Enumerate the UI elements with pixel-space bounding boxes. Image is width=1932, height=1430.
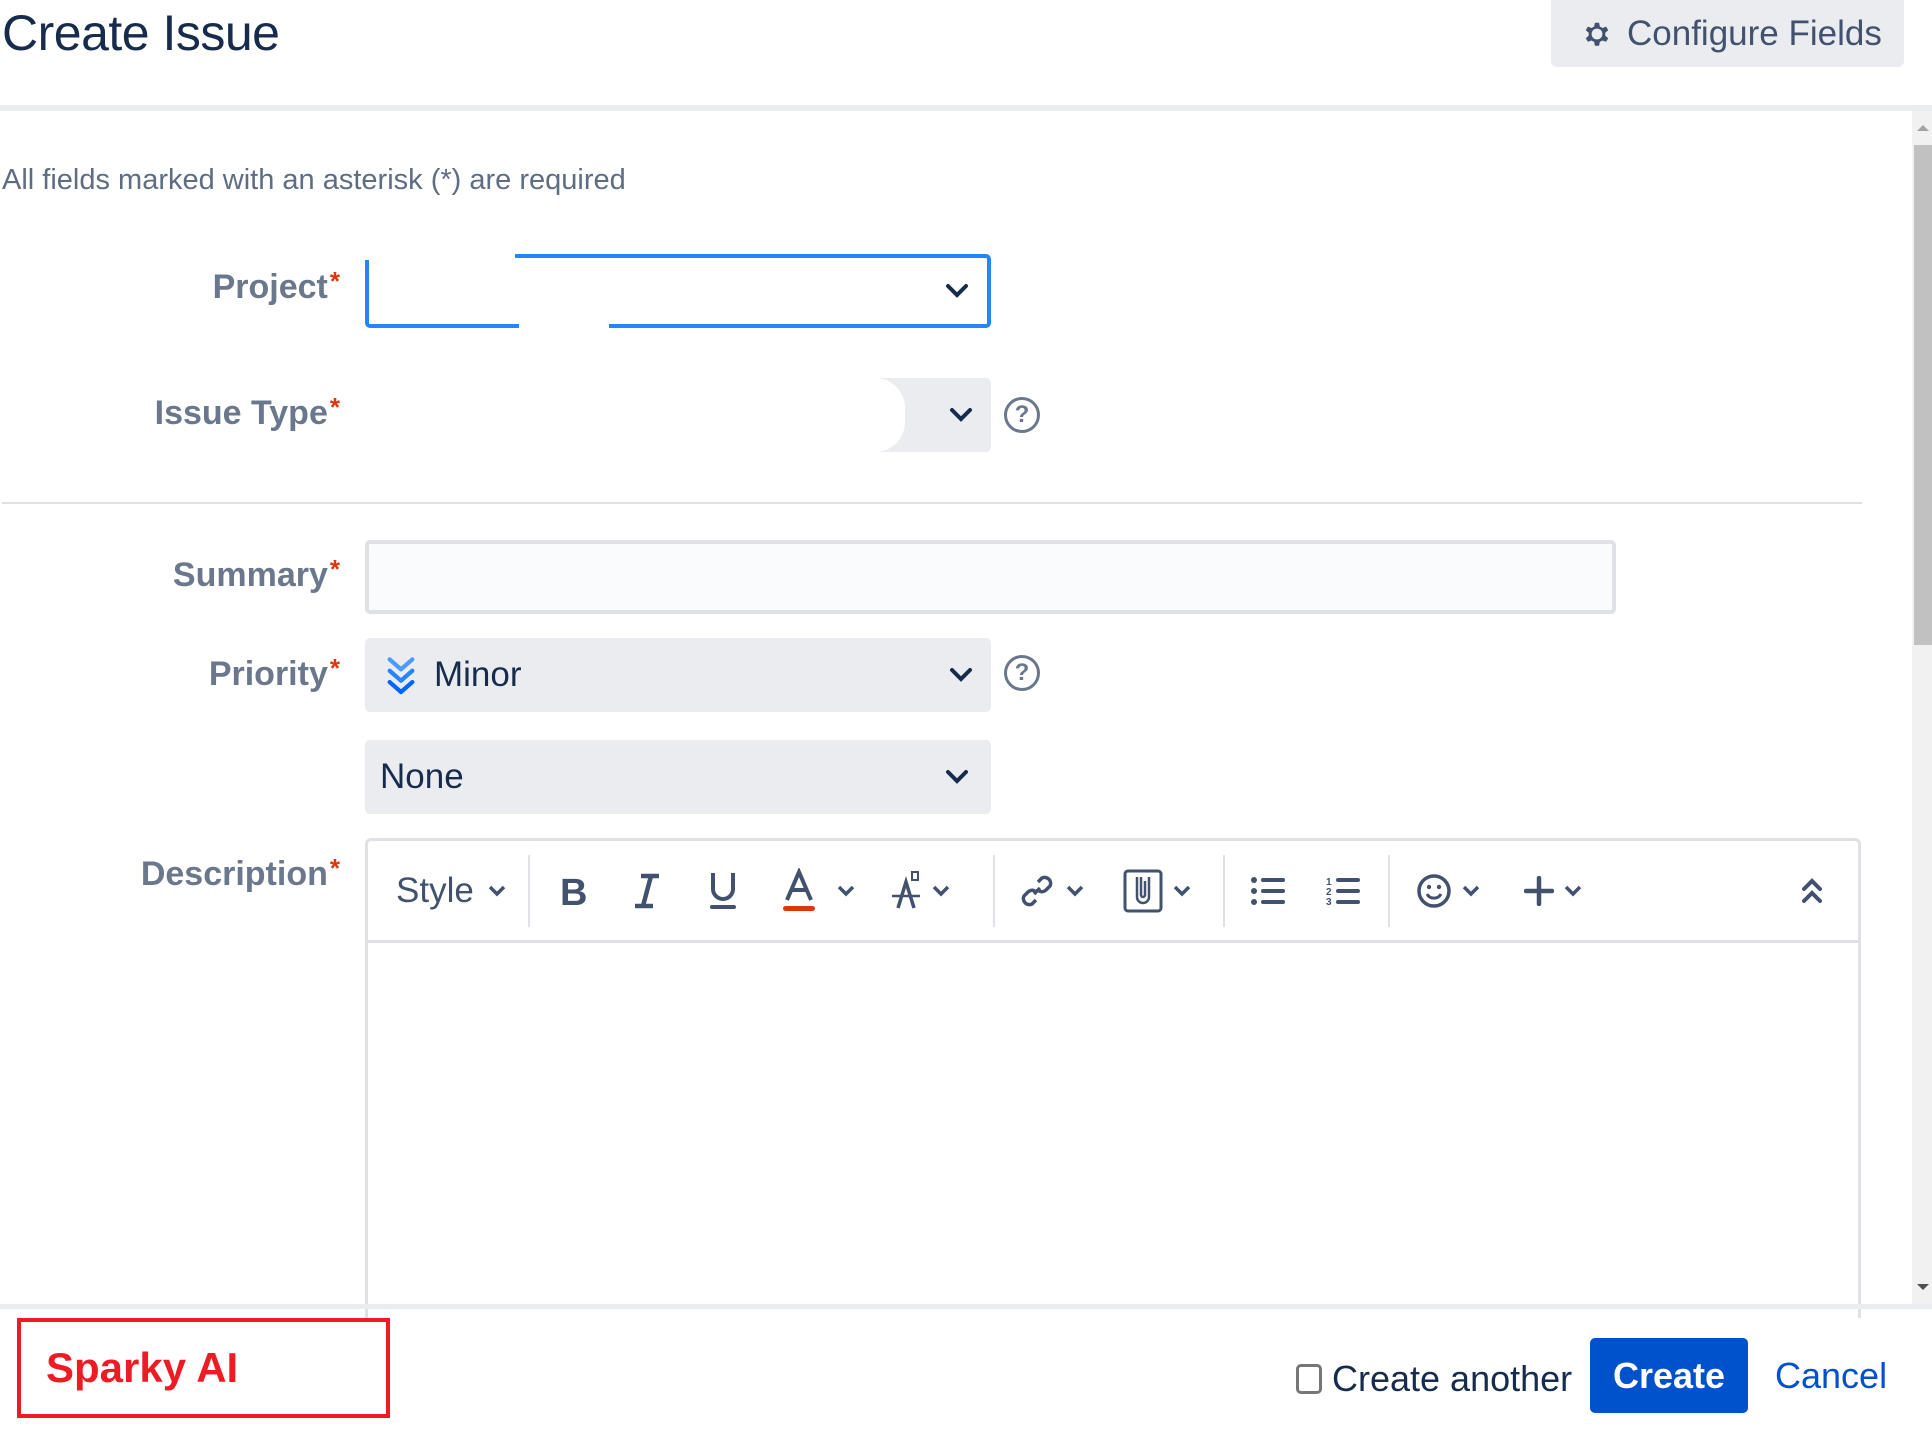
italic-icon [635, 873, 659, 908]
configure-fields-label: Configure Fields [1627, 13, 1882, 53]
svg-text:B: B [560, 872, 587, 911]
bullet-list-icon [1251, 876, 1285, 905]
redacted-region [365, 378, 905, 452]
sparky-ai-label: Sparky AI [46, 1344, 239, 1391]
create-another-checkbox[interactable] [1296, 1364, 1322, 1394]
chevron-down-icon [946, 770, 968, 784]
priority-select[interactable]: Minor [365, 638, 991, 712]
priority-value: Minor [434, 655, 522, 694]
attachment-button[interactable] [1123, 841, 1191, 940]
issue-type-label: Issue Type* [154, 392, 340, 433]
link-icon [1021, 875, 1053, 906]
scroll-down-arrow-icon[interactable] [1917, 1284, 1929, 1290]
toolbar-separator [993, 855, 995, 927]
insert-more-button[interactable] [1524, 841, 1582, 940]
scrollbar[interactable] [1912, 111, 1932, 1304]
dialog-title: Create Issue [2, 5, 280, 61]
scrollbar-thumb[interactable] [1914, 145, 1932, 645]
footer-divider [0, 1304, 1932, 1309]
toolbar-separator [528, 855, 530, 927]
question-circle-icon[interactable]: ? [1004, 397, 1040, 433]
required-asterisk: * [329, 392, 340, 422]
cancel-link[interactable]: Cancel [1775, 1355, 1887, 1397]
chevron-down-icon [1462, 885, 1480, 896]
sparky-ai-box[interactable]: Sparky AI [17, 1318, 390, 1418]
text-effects-icon [892, 870, 920, 909]
chevron-down-icon [1066, 885, 1084, 896]
style-label: Style [396, 870, 474, 910]
redacted-region [365, 254, 515, 260]
plus-icon [1524, 875, 1554, 906]
required-fields-note: All fields marked with an asterisk (*) a… [2, 164, 626, 196]
priority-minor-icon [387, 657, 415, 695]
toolbar-separator [1223, 855, 1225, 927]
create-button[interactable]: Create [1590, 1338, 1748, 1413]
bold-button[interactable]: B [558, 841, 592, 940]
numbered-list-icon: 123 [1326, 877, 1360, 907]
required-asterisk: * [329, 853, 340, 883]
none-select-value: None [380, 757, 464, 796]
bold-icon: B [560, 872, 587, 911]
description-label-text: Description [140, 855, 328, 893]
create-another-option[interactable]: Create another [1296, 1358, 1572, 1400]
more-formatting-button[interactable] [888, 841, 950, 940]
editor-toolbar: Style B 1 2 3 [368, 841, 1858, 943]
chevron-down-icon [1564, 885, 1582, 896]
summary-label: Summary* [172, 554, 340, 595]
chevron-down-icon [1173, 885, 1191, 896]
scroll-up-arrow-icon[interactable] [1917, 125, 1929, 131]
priority-label-text: Priority [208, 655, 328, 693]
required-asterisk: * [329, 266, 340, 296]
required-asterisk: * [329, 554, 340, 584]
numbered-list-button[interactable]: 123 [1326, 841, 1360, 940]
project-label-text: Project [212, 268, 328, 306]
section-divider [2, 502, 1862, 504]
chevron-down-icon [932, 885, 950, 896]
link-button[interactable] [1018, 841, 1084, 940]
description-label: Description* [140, 853, 340, 894]
chevron-down-icon [950, 408, 972, 422]
chevron-down-icon [946, 284, 968, 298]
emoji-icon [1417, 873, 1451, 908]
project-select[interactable] [365, 254, 991, 328]
question-circle-icon[interactable]: ? [1004, 655, 1040, 691]
chevron-down-icon [950, 668, 972, 682]
bullet-list-button[interactable] [1251, 841, 1285, 940]
summary-label-text: Summary [172, 556, 328, 594]
gear-icon [1585, 22, 1609, 46]
toolbar-separator [1388, 855, 1390, 927]
issue-type-select[interactable] [365, 378, 991, 452]
underline-icon [710, 872, 736, 909]
emoji-button[interactable] [1416, 841, 1480, 940]
svg-text:3: 3 [1326, 897, 1332, 907]
project-label: Project* [212, 266, 340, 307]
style-dropdown[interactable]: Style [396, 841, 506, 940]
chevron-down-icon [837, 885, 855, 896]
summary-input[interactable] [365, 540, 1616, 614]
attachment-icon [1123, 869, 1163, 912]
required-asterisk: * [329, 653, 340, 683]
text-color-button[interactable] [781, 841, 855, 940]
configure-fields-button[interactable]: Configure Fields [1551, 0, 1904, 67]
description-editor: Style B 1 2 3 [365, 838, 1861, 1318]
chevron-down-icon [488, 885, 506, 896]
underline-button[interactable] [706, 841, 740, 940]
description-content-area[interactable] [368, 943, 1858, 1318]
collapse-toolbar-button[interactable] [1800, 841, 1824, 940]
issue-type-label-text: Issue Type [154, 394, 328, 432]
none-select[interactable]: None [365, 740, 991, 814]
text-color-icon [783, 867, 815, 911]
priority-label: Priority* [208, 653, 340, 694]
double-chevron-up-icon [1802, 877, 1822, 903]
create-another-label: Create another [1332, 1358, 1573, 1399]
redacted-region [519, 322, 609, 328]
italic-button[interactable] [631, 841, 665, 940]
